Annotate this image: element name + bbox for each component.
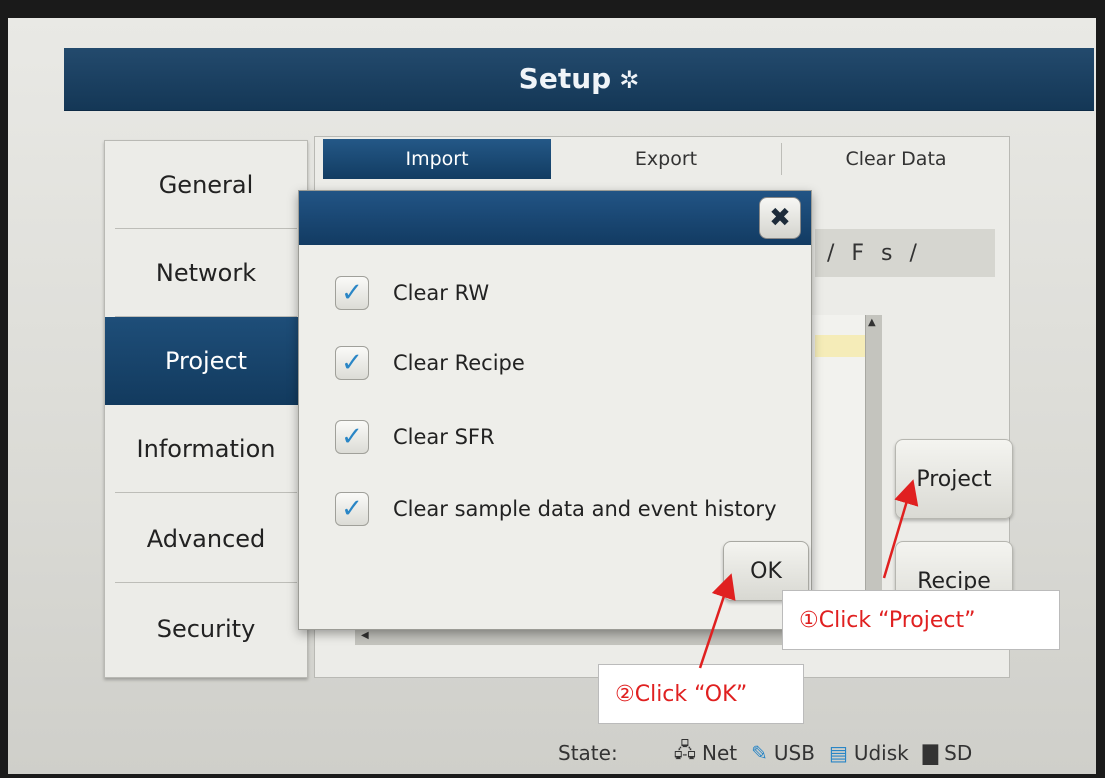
sidebar: General Network Project Information Adva… (104, 140, 308, 678)
path-display: / F s / (815, 229, 995, 277)
option-clear-rw[interactable]: ✓ Clear RW (335, 273, 489, 313)
title-bar: Setup ✲ (64, 48, 1094, 111)
gear-icon: ✲ (619, 66, 640, 94)
status-label: State: (558, 741, 618, 765)
vertical-scrollbar[interactable]: ▲ (865, 315, 882, 605)
usb-icon: ✎ (751, 741, 768, 765)
divider (115, 492, 297, 493)
dialog-header: ✖ (299, 191, 811, 245)
scroll-up-icon[interactable]: ▲ (868, 317, 876, 328)
status-item-usb: ✎ USB (751, 741, 815, 765)
tab-clear-data[interactable]: Clear Data (783, 139, 1009, 179)
clear-data-dialog: ✖ ✓ Clear RW ✓ Clear Recipe ✓ Clear SFR … (298, 190, 812, 630)
project-button[interactable]: Project (895, 439, 1013, 519)
checkbox-checked[interactable]: ✓ (335, 346, 369, 380)
status-item-sd: ▇ SD (922, 741, 973, 765)
checkbox-checked[interactable]: ✓ (335, 420, 369, 454)
checkbox-checked[interactable]: ✓ (335, 492, 369, 526)
sidebar-item-security[interactable]: Security (105, 585, 307, 673)
sd-card-icon: ▇ (922, 741, 939, 765)
sidebar-item-project[interactable]: Project (105, 317, 307, 405)
tab-export[interactable]: Export (551, 139, 781, 179)
callout-step1: ①Click “Project” (782, 590, 1060, 650)
status-bar: State: 🖧 Net ✎ USB ▤ Udisk ▇ SD (558, 736, 986, 770)
page-title: Setup ✲ (518, 62, 640, 95)
option-clear-recipe[interactable]: ✓ Clear Recipe (335, 343, 525, 383)
list-item-selected[interactable] (815, 335, 865, 357)
close-icon[interactable]: ✖ (759, 197, 801, 239)
horizontal-scrollbar[interactable]: ◀ (355, 629, 815, 645)
option-clear-sfr[interactable]: ✓ Clear SFR (335, 417, 495, 457)
scroll-left-icon[interactable]: ◀ (361, 630, 369, 641)
sidebar-item-general[interactable]: General (105, 141, 307, 229)
sidebar-item-advanced[interactable]: Advanced (105, 495, 307, 583)
tab-divider (781, 143, 782, 175)
status-item-net: 🖧 Net (674, 736, 737, 770)
sidebar-item-network[interactable]: Network (105, 229, 307, 317)
device-screen: Setup ✲ General Network Project Informati… (8, 18, 1096, 774)
tab-import[interactable]: Import (323, 139, 551, 179)
udisk-icon: ▤ (828, 741, 848, 765)
option-clear-sample-data[interactable]: ✓ Clear sample data and event history (335, 489, 777, 529)
tab-bar: Import Export Clear Data (323, 139, 1009, 179)
network-icon: 🖧 (673, 738, 696, 762)
sidebar-item-information[interactable]: Information (105, 405, 307, 493)
callout-step2: ②Click “OK” (598, 664, 804, 724)
status-item-udisk: ▤ Udisk (828, 741, 909, 765)
divider (115, 582, 297, 583)
checkbox-checked[interactable]: ✓ (335, 276, 369, 310)
